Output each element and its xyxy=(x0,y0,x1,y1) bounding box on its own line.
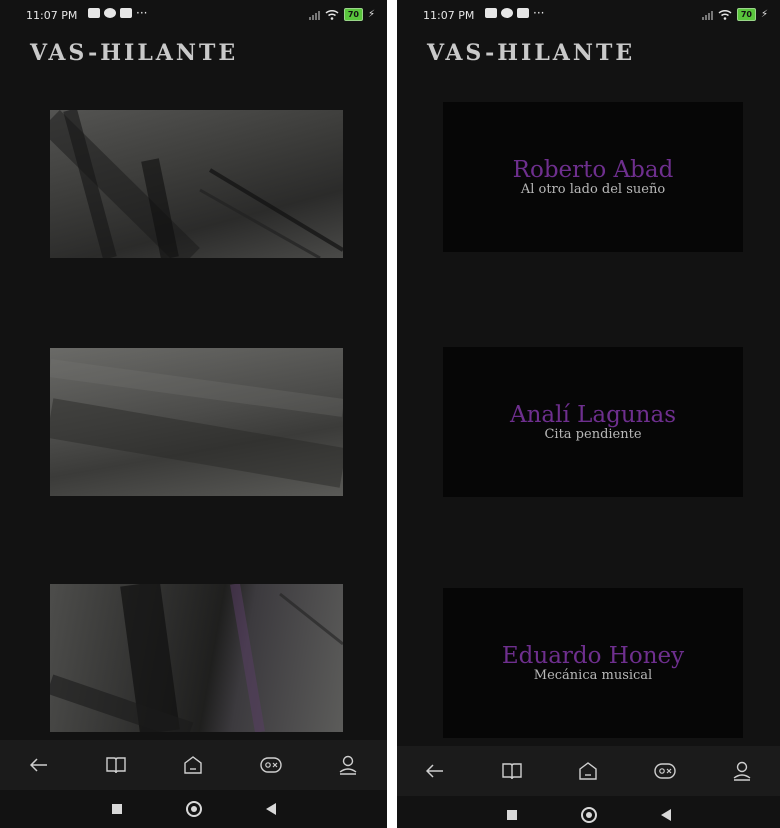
story-card-image-2[interactable] xyxy=(50,348,343,496)
screenshot-pair: 11:07 PM ··· 70 ⚡ VAS-HILANTE 11:07 PM ·… xyxy=(0,0,780,828)
status-bar: 11:07 PM ··· 70 ⚡ xyxy=(397,0,780,32)
story-title: Al otro lado del sueño xyxy=(520,182,666,197)
story-card-3[interactable]: Eduardo Honey Mecánica musical xyxy=(443,588,743,738)
bottom-nav-bar xyxy=(397,746,780,796)
story-card-2[interactable]: Analí Lagunas Cita pendiente xyxy=(443,347,743,497)
brush-texture-1 xyxy=(50,110,343,258)
home-circle-icon[interactable] xyxy=(185,801,202,817)
system-nav-bar xyxy=(0,790,387,828)
story-card-image-3[interactable] xyxy=(50,584,343,732)
battery-icon: 70 xyxy=(736,8,756,21)
notification-icons: ··· xyxy=(88,6,148,20)
blocked-icon xyxy=(501,8,513,18)
back-arrow-icon[interactable] xyxy=(420,756,450,786)
system-nav-bar xyxy=(397,796,780,828)
wifi-icon xyxy=(325,9,339,20)
status-bar: 11:07 PM ··· 70 ⚡ xyxy=(0,0,387,32)
back-arrow-icon[interactable] xyxy=(24,750,54,780)
message-icon xyxy=(485,8,497,18)
home-icon[interactable] xyxy=(573,756,603,786)
notification-icons: ··· xyxy=(485,6,545,20)
back-triangle-icon[interactable] xyxy=(660,809,671,821)
home-circle-icon[interactable] xyxy=(580,807,597,823)
signal-icon xyxy=(308,10,320,20)
story-title: Cita pendiente xyxy=(544,427,642,442)
app-title: VAS-HILANTE xyxy=(30,40,239,66)
brush-texture-3 xyxy=(50,584,343,732)
wifi-icon xyxy=(718,9,732,20)
back-triangle-icon[interactable] xyxy=(265,803,276,815)
recents-square-icon[interactable] xyxy=(111,804,122,814)
home-icon[interactable] xyxy=(178,750,208,780)
signal-icon xyxy=(701,10,713,20)
system-icons: 70 ⚡ xyxy=(308,8,375,21)
media-icon xyxy=(517,8,529,18)
status-time: 11:07 PM xyxy=(26,9,78,22)
charging-icon: ⚡ xyxy=(367,9,375,20)
app-title: VAS-HILANTE xyxy=(427,40,636,66)
charging-icon: ⚡ xyxy=(760,9,768,20)
user-icon[interactable] xyxy=(333,750,363,780)
story-title: Mecánica musical xyxy=(533,668,653,683)
phone-screen-images: 11:07 PM ··· 70 ⚡ VAS-HILANTE xyxy=(0,0,387,828)
more-notifications-icon: ··· xyxy=(533,6,545,20)
battery-icon: 70 xyxy=(343,8,363,21)
book-icon[interactable] xyxy=(101,750,131,780)
story-author: Eduardo Honey xyxy=(501,643,685,669)
user-icon[interactable] xyxy=(727,756,757,786)
blocked-icon xyxy=(104,8,116,18)
phone-screen-titles: 11:07 PM ··· 70 ⚡ VAS-HILANTE Roberto Ab… xyxy=(397,0,780,828)
status-time: 11:07 PM xyxy=(423,9,475,22)
gamepad-icon[interactable] xyxy=(650,756,680,786)
book-icon[interactable] xyxy=(497,756,527,786)
message-icon xyxy=(88,8,100,18)
bottom-nav-bar xyxy=(0,740,387,790)
gamepad-icon[interactable] xyxy=(256,750,286,780)
story-card-1[interactable]: Roberto Abad Al otro lado del sueño xyxy=(443,102,743,252)
more-notifications-icon: ··· xyxy=(136,6,148,20)
brush-texture-2 xyxy=(50,359,343,488)
media-icon xyxy=(120,8,132,18)
story-author: Roberto Abad xyxy=(512,157,674,183)
story-card-image-1[interactable] xyxy=(50,110,343,258)
recents-square-icon[interactable] xyxy=(506,810,517,820)
story-author: Analí Lagunas xyxy=(509,402,676,428)
system-icons: 70 ⚡ xyxy=(701,8,768,21)
